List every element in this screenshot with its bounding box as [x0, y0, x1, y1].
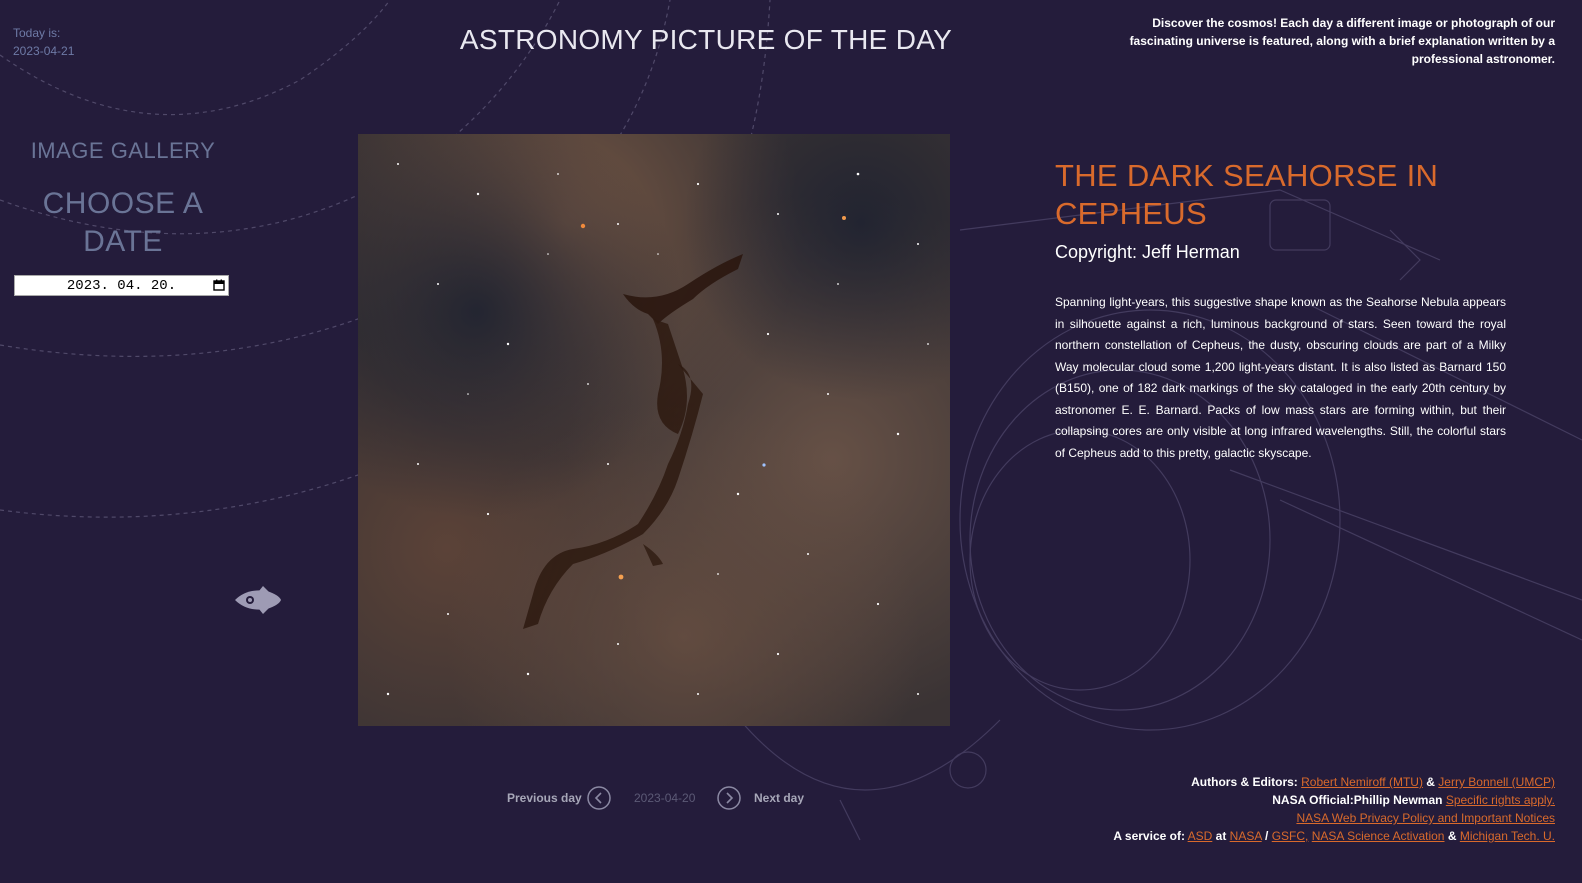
- image-gallery-heading: IMAGE GALLERY: [30, 138, 216, 163]
- authors-label: Authors & Editors:: [1191, 775, 1298, 789]
- author-link-bonnell[interactable]: Jerry Bonnell (UMCP): [1438, 775, 1555, 789]
- michigan-tech-link[interactable]: Michigan Tech. U.: [1460, 829, 1555, 843]
- site-intro: Discover the cosmos! Each day a differen…: [1129, 16, 1555, 66]
- picture-explanation: Spanning light-years, this suggestive sh…: [1055, 295, 1506, 460]
- official-label: NASA Official:: [1272, 793, 1354, 807]
- choose-date-heading: CHOOSE A DATE: [42, 187, 204, 258]
- footer-official-line: NASA Official:Phillip Newman Specific ri…: [855, 791, 1555, 809]
- service-label: A service of:: [1113, 829, 1185, 843]
- rights-link[interactable]: Specific rights apply.: [1446, 793, 1555, 807]
- authors-ampersand: &: [1426, 775, 1435, 789]
- service-at: at: [1215, 829, 1227, 843]
- current-picture-date: 2023-04-20: [634, 791, 696, 805]
- service-slash: /: [1265, 829, 1269, 843]
- science-activation-link[interactable]: NASA Science Activation: [1312, 829, 1445, 843]
- footer-privacy-line: NASA Web Privacy Policy and Important No…: [855, 809, 1555, 827]
- next-day-label[interactable]: Next day: [754, 791, 804, 805]
- previous-day-label[interactable]: Previous day: [507, 791, 582, 805]
- astronomy-picture[interactable]: [358, 134, 950, 726]
- official-name: Phillip Newman: [1353, 793, 1443, 807]
- privacy-policy-link[interactable]: NASA Web Privacy Policy and Important No…: [1296, 811, 1555, 825]
- date-picker-input[interactable]: 2023. 04. 20.: [14, 275, 229, 296]
- calendar-icon[interactable]: [213, 279, 225, 291]
- service-ampersand: &: [1447, 829, 1457, 843]
- gsfc-link[interactable]: GSFC,: [1272, 829, 1309, 843]
- rocket-icon[interactable]: [233, 586, 283, 614]
- picture-title: THE DARK SEAHORSE IN CEPHEUS: [1055, 158, 1439, 231]
- site-footer: Authors & Editors: Robert Nemiroff (MTU)…: [855, 773, 1555, 845]
- picture-copyright: Copyright: Jeff Herman: [1055, 242, 1240, 262]
- nasa-link[interactable]: NASA: [1230, 829, 1262, 843]
- chevron-right-icon[interactable]: [717, 786, 741, 810]
- footer-authors-line: Authors & Editors: Robert Nemiroff (MTU)…: [855, 773, 1555, 791]
- author-link-nemiroff[interactable]: Robert Nemiroff (MTU): [1301, 775, 1423, 789]
- chevron-left-icon[interactable]: [587, 786, 611, 810]
- date-picker-value: 2023. 04. 20.: [66, 277, 177, 294]
- asd-link[interactable]: ASD: [1188, 829, 1213, 843]
- footer-service-line: A service of: ASD at NASA / GSFC, NASA S…: [855, 827, 1555, 845]
